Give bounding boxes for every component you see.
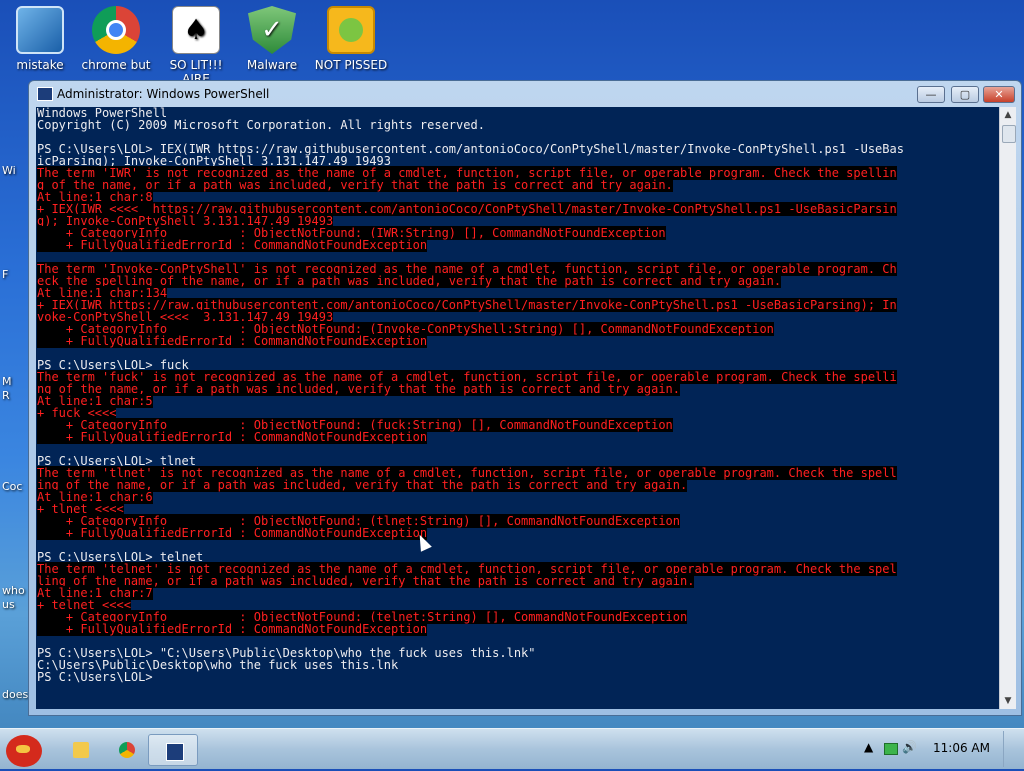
close-button[interactable]: ✕ bbox=[983, 86, 1015, 103]
powershell-icon bbox=[166, 743, 184, 761]
desktop-icon-label: NOT PISSED bbox=[314, 58, 388, 72]
console-text: Windows PowerShell Copyright (C) 2009 Mi… bbox=[36, 107, 999, 683]
powershell-icon[interactable] bbox=[37, 87, 53, 101]
monitor-icon bbox=[16, 6, 64, 54]
partial-icon-label[interactable]: Wi bbox=[2, 164, 16, 177]
console-error-line: + FullyQualifiedErrorId : CommandNotFoun… bbox=[37, 430, 428, 444]
shield-icon: ✓ bbox=[248, 6, 296, 54]
maximize-button[interactable]: ▢ bbox=[951, 86, 979, 103]
console-error-line: + FullyQualifiedErrorId : CommandNotFoun… bbox=[37, 526, 428, 540]
desktop-icon-mistake[interactable]: mistake bbox=[0, 4, 80, 72]
partial-icon-label[interactable]: M bbox=[2, 375, 12, 388]
angry-bird-start-icon bbox=[6, 735, 42, 767]
console-line: PS C:\Users\LOL> bbox=[37, 670, 153, 684]
partial-icon-label[interactable]: us bbox=[2, 598, 15, 611]
vertical-scrollbar[interactable]: ▲ ▼ bbox=[999, 107, 1016, 709]
partial-icon-label[interactable]: Coc bbox=[2, 480, 22, 493]
console-line: Copyright (C) 2009 Microsoft Corporation… bbox=[37, 118, 485, 132]
window-title: Administrator: Windows PowerShell bbox=[57, 87, 270, 101]
system-tray: ▲ 🔊 11:06 AM bbox=[858, 729, 1018, 769]
scroll-up-arrow-icon[interactable]: ▲ bbox=[1000, 107, 1016, 123]
taskbar-item-chrome[interactable] bbox=[102, 734, 152, 766]
title-bar[interactable]: Administrator: Windows PowerShell — ▢ ✕ bbox=[29, 81, 1021, 107]
console-error-line: + FullyQualifiedErrorId : CommandNotFoun… bbox=[37, 622, 428, 636]
taskbar-item-powershell[interactable] bbox=[148, 734, 198, 766]
start-button[interactable] bbox=[2, 731, 46, 771]
show-hidden-icons-arrow-icon[interactable]: ▲ bbox=[864, 740, 873, 754]
scroll-down-arrow-icon[interactable]: ▼ bbox=[1000, 693, 1016, 709]
desktop-icon-so-lit-aire[interactable]: ♠ SO LIT!!! AIRE bbox=[156, 4, 236, 86]
angry-birds-pig-icon bbox=[327, 6, 375, 54]
battery-icon[interactable] bbox=[884, 743, 898, 755]
desktop-icon-not-pissed[interactable]: NOT PISSED bbox=[311, 4, 391, 72]
partial-icon-label[interactable]: F bbox=[2, 268, 8, 281]
show-desktop-button[interactable] bbox=[1003, 731, 1018, 767]
desktop-icon-malware[interactable]: ✓ Malware bbox=[232, 4, 312, 72]
partial-icon-label[interactable]: R bbox=[2, 389, 10, 402]
clock[interactable]: 11:06 AM bbox=[933, 741, 990, 755]
desktop-icon-label: Malware bbox=[246, 58, 298, 72]
partial-icon-label[interactable]: does bbox=[2, 688, 28, 701]
console-error-line: + FullyQualifiedErrorId : CommandNotFoun… bbox=[37, 238, 428, 252]
minimize-button[interactable]: — bbox=[917, 86, 945, 103]
taskbar-item-explorer[interactable] bbox=[56, 734, 106, 766]
folder-icon bbox=[73, 742, 89, 758]
scrollbar-thumb[interactable] bbox=[1002, 125, 1016, 143]
desktop-icon-label: chrome but bbox=[81, 58, 151, 72]
desktop-icon-chrome-but[interactable]: chrome but bbox=[76, 4, 156, 72]
playing-card-icon: ♠ bbox=[172, 6, 220, 54]
powershell-window: Administrator: Windows PowerShell — ▢ ✕ … bbox=[28, 80, 1022, 716]
partial-icon-label[interactable]: who bbox=[2, 584, 25, 597]
taskbar: ▲ 🔊 11:06 AM bbox=[0, 728, 1024, 769]
chrome-icon bbox=[92, 6, 140, 54]
console-error-line: + FullyQualifiedErrorId : CommandNotFoun… bbox=[37, 334, 428, 348]
desktop-icon-label: mistake bbox=[16, 58, 64, 72]
console-output[interactable]: Windows PowerShell Copyright (C) 2009 Mi… bbox=[36, 107, 999, 709]
volume-icon[interactable]: 🔊 bbox=[902, 740, 917, 754]
left-icon-strip: Wi F M R Coc who us does bbox=[0, 100, 28, 728]
chrome-icon bbox=[119, 742, 135, 758]
